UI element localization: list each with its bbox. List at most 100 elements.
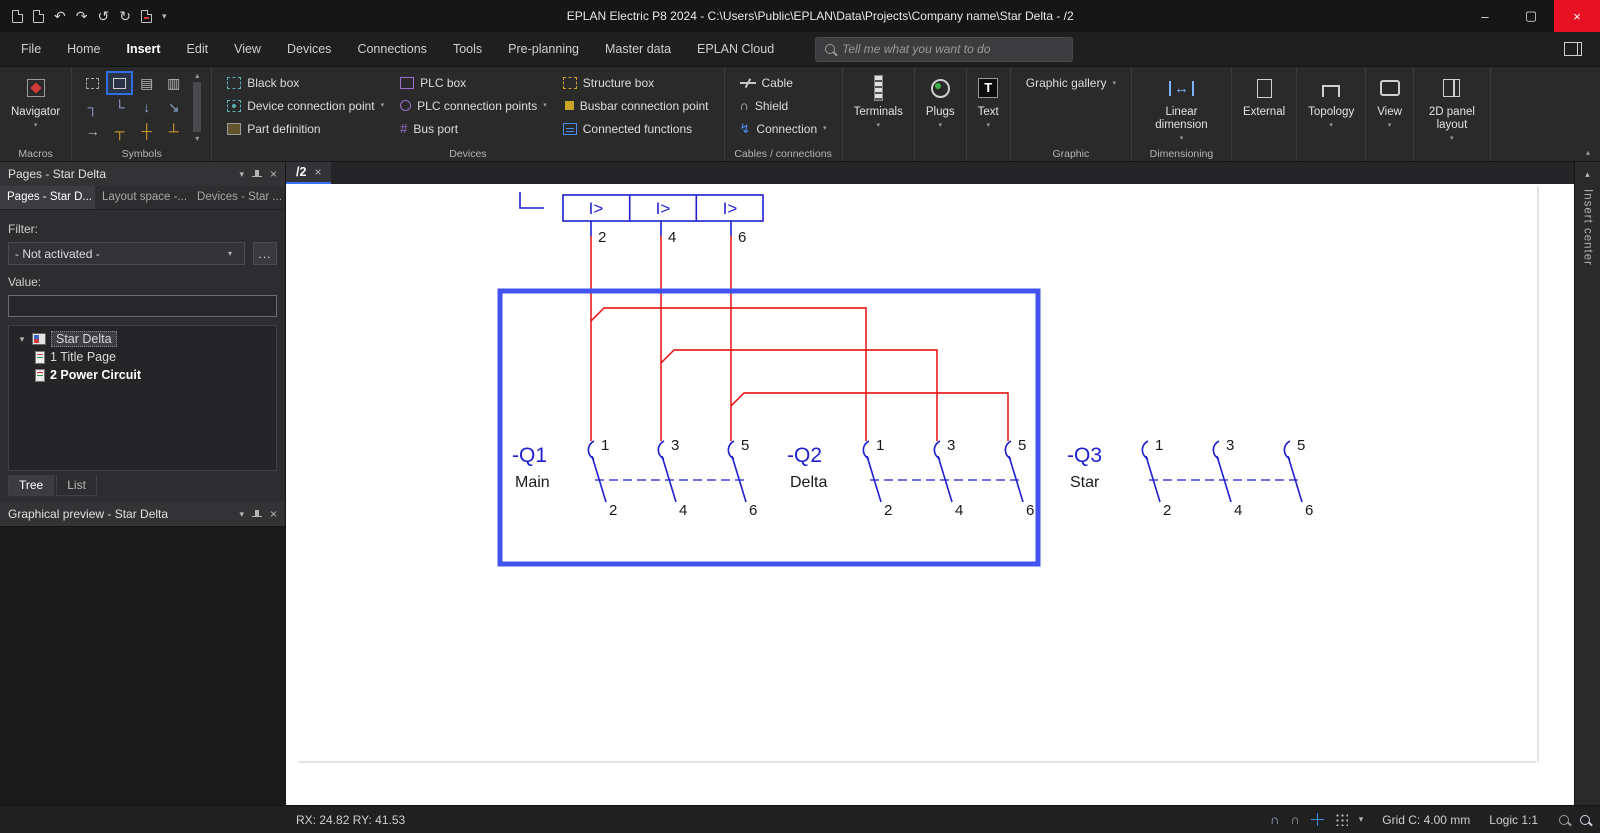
- redo-icon[interactable]: ↷: [76, 9, 88, 23]
- symbol-icon[interactable]: ┴: [160, 119, 187, 143]
- tree-expand-icon[interactable]: ▾: [17, 334, 27, 345]
- symbol-icon[interactable]: ↘: [160, 95, 187, 119]
- zoom-icon[interactable]: [1580, 814, 1590, 825]
- part-definition-button[interactable]: Part definition: [219, 117, 392, 140]
- terminals-button[interactable]: Terminals ▾: [850, 71, 907, 131]
- symbol-icon[interactable]: ┬: [106, 119, 133, 143]
- tell-me-search[interactable]: [815, 36, 1074, 62]
- tab-edit[interactable]: Edit: [174, 34, 222, 64]
- tab-master-data[interactable]: Master data: [592, 34, 684, 64]
- selection-box[interactable]: [497, 288, 1041, 567]
- page-tab[interactable]: /2 ×: [286, 162, 332, 184]
- redo-list-icon[interactable]: ↻: [119, 9, 131, 23]
- text-button[interactable]: T Text ▾: [974, 71, 1003, 131]
- filter-dropdown-icon[interactable]: ▾: [222, 249, 238, 258]
- new-page-icon[interactable]: [12, 9, 23, 23]
- symbol-icon[interactable]: ▥: [160, 71, 187, 95]
- tree-item-project[interactable]: ▾ Star Delta: [11, 330, 274, 348]
- filter-dropdown[interactable]: - Not activated - ▾: [8, 242, 245, 265]
- logic-scale[interactable]: Logic 1:1: [1489, 813, 1538, 827]
- symbol-icon-selected[interactable]: [106, 71, 134, 95]
- close-button[interactable]: ×: [1554, 0, 1600, 32]
- linear-dimension-button[interactable]: ↔ Linear dimension ▾: [1144, 71, 1218, 144]
- cable-button[interactable]: Cable: [732, 71, 835, 94]
- tab-pre-planning[interactable]: Pre-planning: [495, 34, 592, 64]
- grid-icon[interactable]: [1334, 813, 1348, 826]
- tab-eplan-cloud[interactable]: EPLAN Cloud: [684, 34, 787, 64]
- contactor-tag[interactable]: -Q1: [512, 444, 547, 467]
- scroll-down-icon[interactable]: ▾: [195, 134, 199, 143]
- filter-more-button[interactable]: ...: [253, 242, 277, 265]
- symbol-icon[interactable]: ┐: [79, 95, 106, 119]
- tab-view[interactable]: View: [221, 34, 274, 64]
- pin-icon[interactable]: [251, 509, 262, 520]
- minimize-button[interactable]: –: [1462, 0, 1508, 32]
- structure-box-button[interactable]: Structure box: [555, 71, 717, 94]
- shield-button[interactable]: ∩ Shield: [732, 94, 835, 117]
- tab-tree[interactable]: Tree: [8, 475, 55, 496]
- pin-icon[interactable]: [251, 169, 262, 180]
- symbol-icon[interactable]: └: [106, 95, 133, 119]
- external-button[interactable]: External: [1239, 71, 1289, 121]
- symbol-icon[interactable]: [79, 71, 106, 95]
- tab-tools[interactable]: Tools: [440, 34, 495, 64]
- dock-tab-pages[interactable]: Pages - Star D...: [0, 186, 95, 209]
- undo-list-icon[interactable]: ↺: [97, 9, 109, 23]
- plc-box-button[interactable]: PLC box: [392, 71, 555, 94]
- grid-setting[interactable]: Grid C: 4.00 mm: [1382, 813, 1470, 827]
- tab-file[interactable]: File: [8, 34, 54, 64]
- scroll-up-icon[interactable]: ▴: [1585, 170, 1590, 179]
- panel-menu-icon[interactable]: ▾: [239, 169, 244, 179]
- tree-item-page-active[interactable]: 2 Power Circuit: [11, 366, 274, 384]
- symbol-icon[interactable]: →: [79, 119, 106, 143]
- topology-button[interactable]: Topology ▾: [1304, 71, 1358, 131]
- tab-connections[interactable]: Connections: [344, 34, 440, 64]
- plc-connection-points-button[interactable]: PLC connection points ▾: [392, 94, 555, 117]
- view-button[interactable]: View ▾: [1373, 71, 1406, 131]
- symbol-icon[interactable]: ┼: [133, 119, 160, 143]
- grid-dropdown-icon[interactable]: ▾: [1359, 815, 1364, 824]
- navigator-button[interactable]: Navigator ▾: [7, 71, 64, 131]
- bus-port-button[interactable]: # Bus port: [392, 117, 555, 140]
- schematic-canvas[interactable]: I> I> I> 2 4 6 -Q1 Main 1 2 3 4 5 6 -Q2 …: [286, 184, 1574, 805]
- plugs-button[interactable]: Plugs ▾: [922, 71, 959, 131]
- scroll-thumb[interactable]: [193, 82, 202, 132]
- symbol-icon[interactable]: ▤: [133, 71, 160, 95]
- crosshair-icon[interactable]: [1310, 813, 1324, 826]
- graphic-gallery-button[interactable]: Graphic gallery ▾: [1018, 71, 1124, 95]
- contactor-tag[interactable]: -Q3: [1067, 444, 1102, 467]
- tab-close-icon[interactable]: ×: [314, 165, 321, 179]
- tab-list[interactable]: List: [56, 475, 97, 496]
- tab-home[interactable]: Home: [54, 34, 113, 64]
- insert-symbol-icon[interactable]: [140, 9, 152, 23]
- insert-center-tab[interactable]: Insert center: [1582, 189, 1594, 266]
- dock-tab-layout-space[interactable]: Layout space -...: [95, 186, 190, 209]
- contactor-tag[interactable]: -Q2: [787, 444, 822, 467]
- dock-tab-devices[interactable]: Devices - Star ...: [190, 186, 285, 209]
- zoom-out-icon[interactable]: [1559, 814, 1569, 825]
- panel-menu-icon[interactable]: ▾: [239, 509, 244, 519]
- maximize-button[interactable]: ▢: [1508, 0, 1554, 32]
- device-connection-point-button[interactable]: Device connection point ▾: [219, 94, 392, 117]
- qat-dropdown-icon[interactable]: ▾: [162, 11, 167, 21]
- value-input[interactable]: [8, 295, 277, 317]
- panel-close-icon[interactable]: ×: [270, 168, 277, 180]
- search-input[interactable]: [842, 42, 1064, 56]
- tab-devices[interactable]: Devices: [274, 34, 344, 64]
- tab-insert[interactable]: Insert: [114, 34, 174, 64]
- panel-close-icon[interactable]: ×: [270, 508, 277, 520]
- snap-alt-icon[interactable]: ∩: [1290, 813, 1299, 826]
- black-box-button[interactable]: Black box: [219, 71, 392, 94]
- undo-icon[interactable]: ↶: [54, 9, 66, 23]
- symbol-icon[interactable]: ↓: [133, 95, 160, 119]
- connected-functions-button[interactable]: Connected functions: [555, 117, 717, 140]
- panel-layout-button[interactable]: 2D panel layout ▾: [1421, 71, 1483, 144]
- gallery-scrollbar[interactable]: ▴ ▾: [190, 71, 204, 143]
- scroll-up-icon[interactable]: ▴: [195, 71, 199, 80]
- connection-button[interactable]: ↯ Connection ▾: [732, 117, 835, 140]
- workspace-icon[interactable]: [1564, 42, 1582, 56]
- busbar-connection-point-button[interactable]: Busbar connection point: [555, 94, 717, 117]
- snap-icon[interactable]: ∩: [1270, 813, 1279, 826]
- tree-item-page[interactable]: 1 Title Page: [11, 348, 274, 366]
- ribbon-collapse-icon[interactable]: ▴: [1586, 148, 1590, 157]
